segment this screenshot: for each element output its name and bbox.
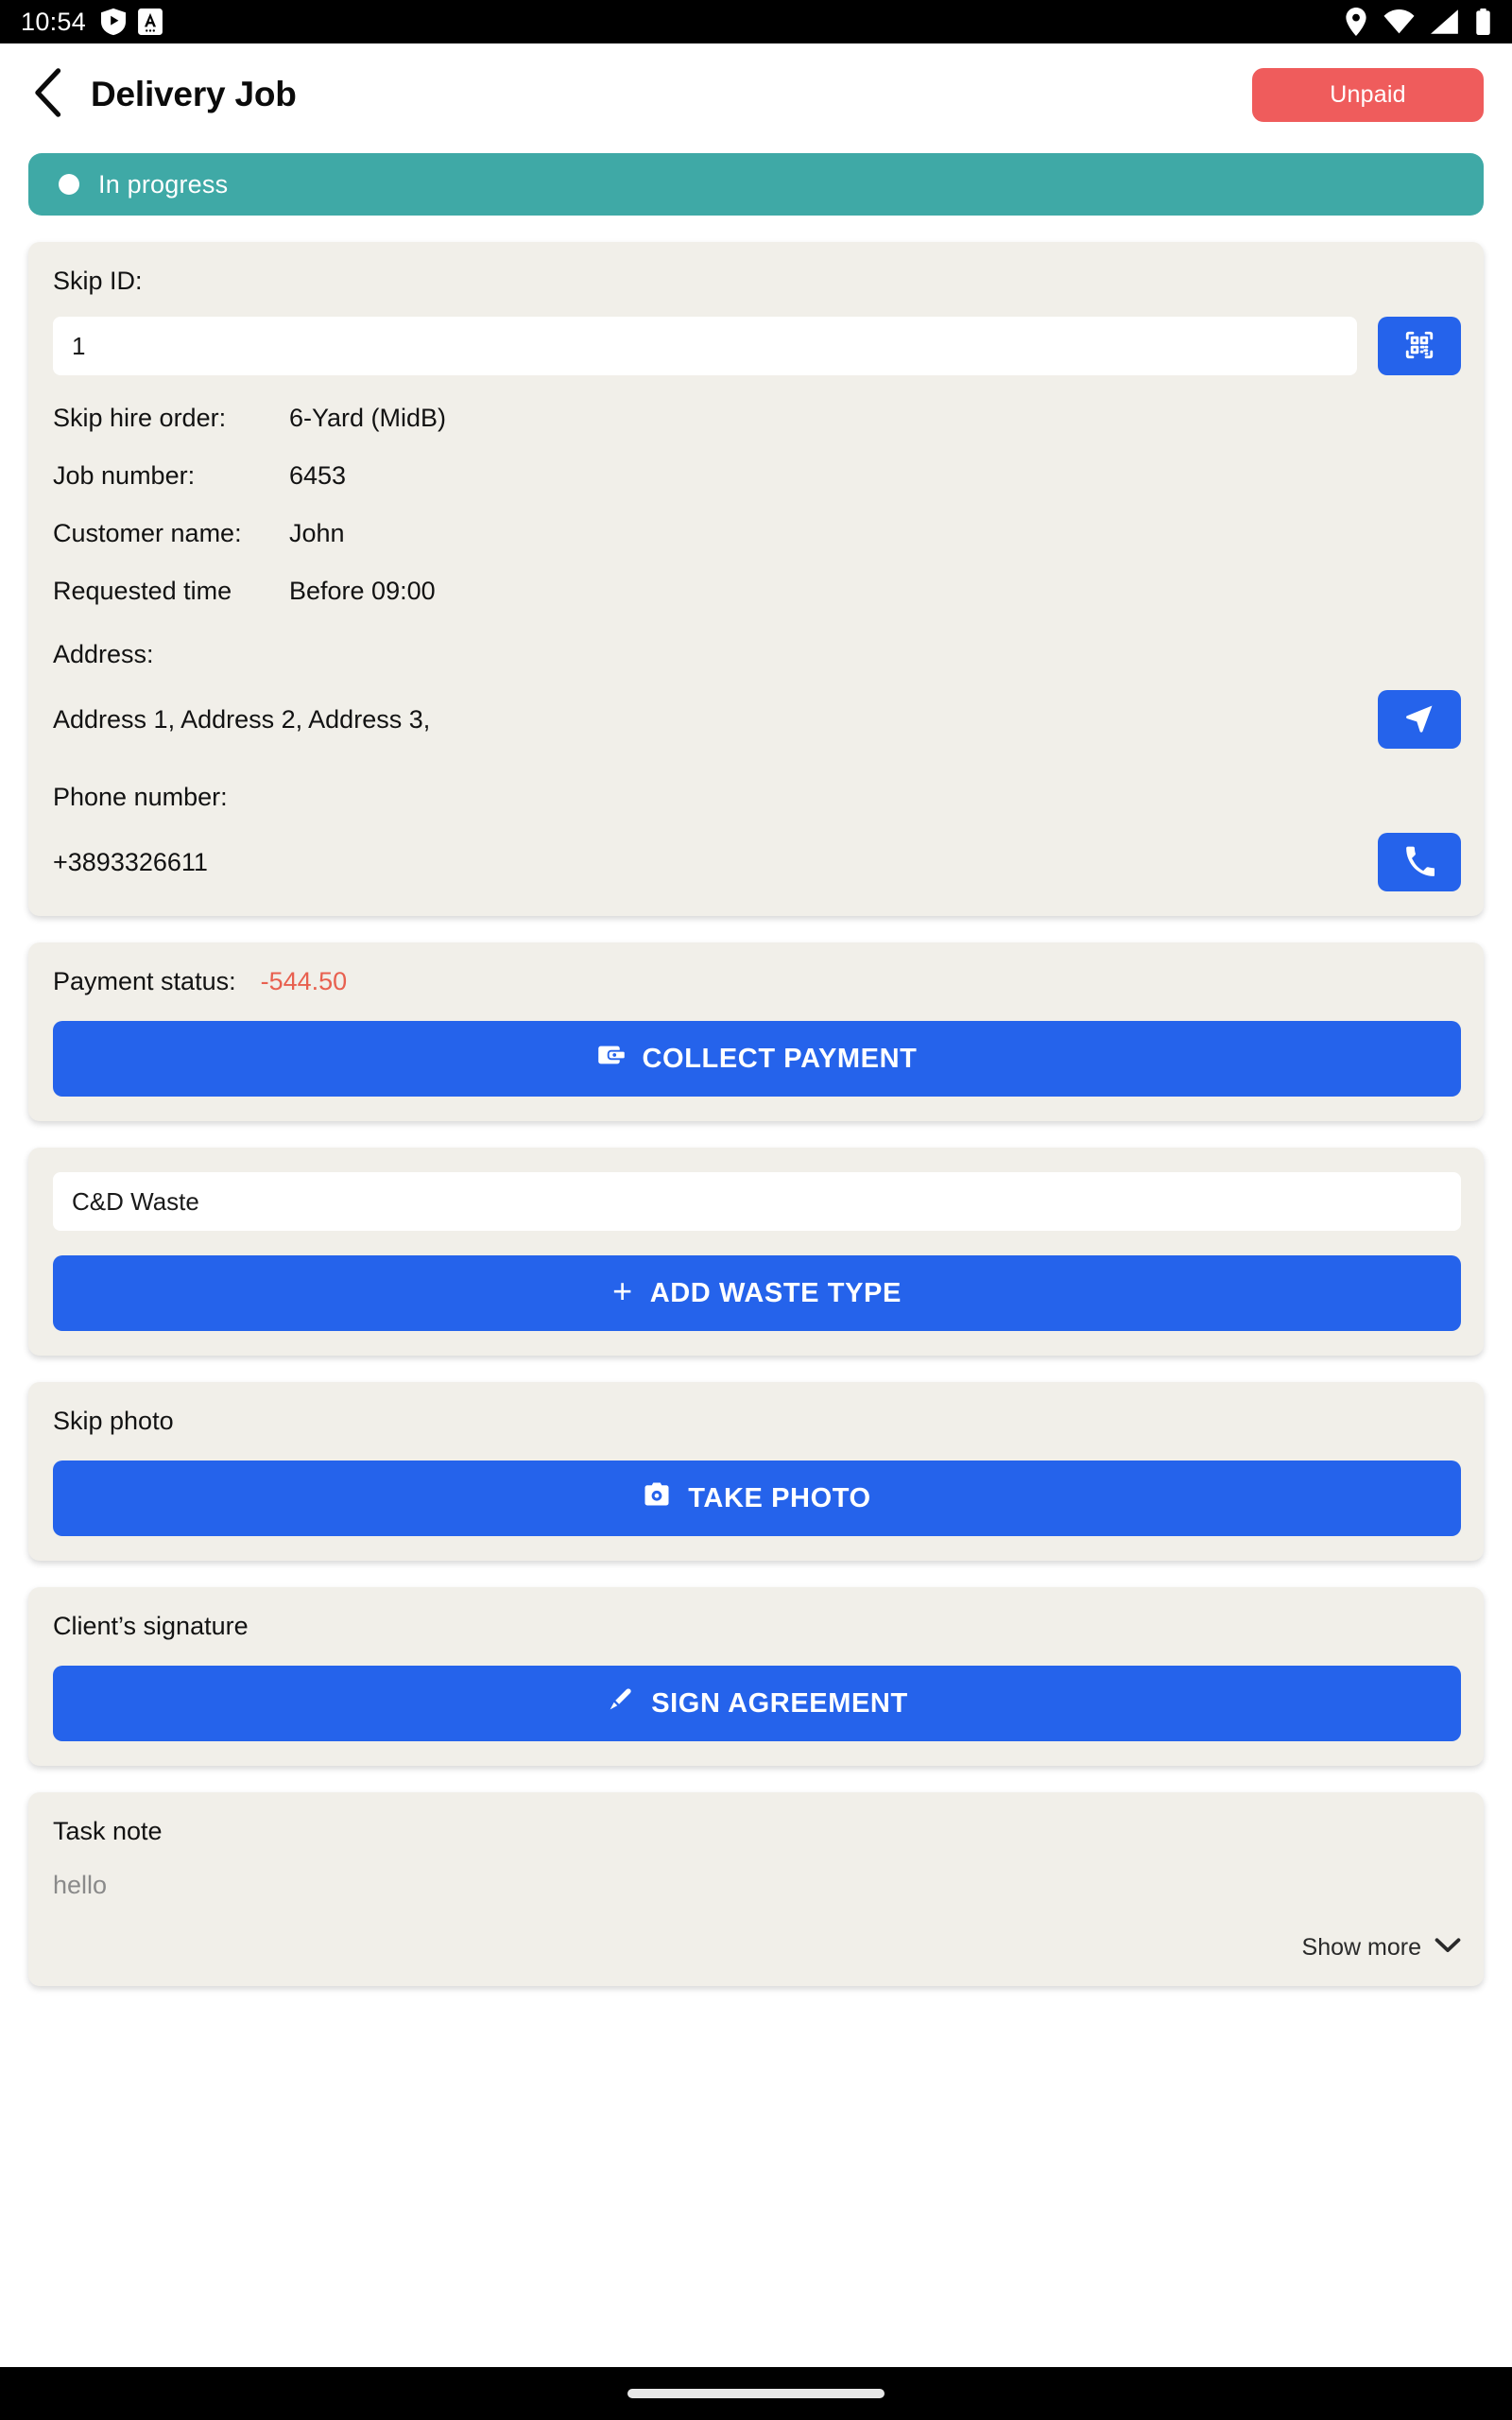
scan-qr-button[interactable]	[1378, 317, 1461, 375]
detail-key: Skip hire order:	[53, 404, 227, 432]
task-note-text: hello	[53, 1871, 108, 1899]
detail-key: Requested time	[53, 577, 232, 605]
collect-payment-button[interactable]: COLLECT PAYMENT	[53, 1021, 1461, 1097]
shield-play-icon	[101, 8, 127, 36]
waste-type-card: + ADD WASTE TYPE	[28, 1148, 1484, 1356]
job-status-label: In progress	[98, 169, 229, 199]
status-bar-clock: 10:54	[21, 7, 87, 36]
skip-details-card: Skip ID: 1 Skip hire order: 6-Yard (MidB…	[28, 242, 1484, 916]
pen-edit-icon	[606, 1685, 634, 1721]
detail-value: John	[289, 519, 345, 547]
phone-value: +3893326611	[53, 847, 208, 876]
status-bar-system-icons	[1345, 8, 1491, 36]
wifi-icon	[1383, 9, 1415, 34]
cellular-signal-icon	[1431, 9, 1459, 34]
app-a-icon	[138, 9, 163, 35]
home-gesture-pill[interactable]	[627, 2389, 885, 2398]
sign-agreement-button[interactable]: SIGN AGREEMENT	[53, 1666, 1461, 1741]
skip-photo-title: Skip photo	[53, 1407, 174, 1435]
task-note-title: Task note	[53, 1817, 163, 1845]
job-status-banner: In progress	[28, 153, 1484, 216]
client-signature-card: Client’s signature SIGN AGREEMENT	[28, 1587, 1484, 1766]
show-more-button[interactable]: Show more	[53, 1934, 1461, 1962]
system-navigation-bar	[0, 2367, 1512, 2420]
address-value: Address 1, Address 2, Address 3,	[53, 704, 431, 734]
status-bar-notification-icons	[101, 8, 163, 36]
detail-row: Customer name: John	[53, 519, 1461, 548]
qr-code-scan-icon	[1403, 329, 1435, 364]
wallet-icon	[597, 1041, 626, 1077]
plus-icon: +	[612, 1271, 633, 1310]
skip-id-input[interactable]	[53, 317, 1357, 375]
back-button[interactable]	[21, 67, 74, 122]
add-waste-type-label: ADD WASTE TYPE	[649, 1277, 902, 1308]
detail-row: Skip hire order: 6-Yard (MidB)	[53, 404, 1461, 433]
location-pin-icon	[1345, 8, 1367, 36]
chevron-down-icon	[1435, 1937, 1461, 1959]
detail-value: 6-Yard (MidB)	[289, 404, 447, 432]
add-waste-type-button[interactable]: + ADD WASTE TYPE	[53, 1255, 1461, 1331]
address-row: Address 1, Address 2, Address 3,	[53, 690, 1461, 749]
detail-key: Customer name:	[53, 519, 242, 547]
page-title: Delivery Job	[91, 75, 297, 113]
skip-detail-list: Skip hire order: 6-Yard (MidB) Job numbe…	[53, 404, 1461, 606]
take-photo-button[interactable]: TAKE PHOTO	[53, 1461, 1461, 1536]
address-label: Address:	[53, 640, 154, 668]
client-signature-title: Client’s signature	[53, 1612, 249, 1640]
status-dot-icon	[59, 174, 79, 195]
app-screen: 10:54 Delivery Job Unpaid In progress Sk…	[0, 0, 1512, 2420]
skip-id-label: Skip ID:	[53, 267, 143, 295]
skip-photo-card: Skip photo TAKE PHOTO	[28, 1382, 1484, 1561]
take-photo-label: TAKE PHOTO	[688, 1482, 871, 1513]
waste-type-input[interactable]	[53, 1172, 1461, 1231]
payment-status-label: Payment status:	[53, 967, 236, 995]
sign-agreement-label: SIGN AGREEMENT	[651, 1687, 908, 1719]
navigation-arrow-icon	[1403, 702, 1435, 737]
phone-handset-icon	[1404, 846, 1435, 879]
navigate-button[interactable]	[1378, 690, 1461, 749]
system-status-bar: 10:54	[0, 0, 1512, 43]
payment-status-row: Payment status: -544.50	[53, 967, 1461, 996]
detail-key: Job number:	[53, 461, 196, 490]
phone-row: +3893326611	[53, 833, 1461, 891]
chevron-left-icon	[31, 67, 63, 122]
payment-card: Payment status: -544.50 COLLECT PAYMENT	[28, 942, 1484, 1121]
task-note-card: Task note hello Show more	[28, 1792, 1484, 1986]
payment-amount: -544.50	[260, 967, 348, 995]
show-more-label: Show more	[1301, 1934, 1421, 1961]
battery-icon	[1475, 9, 1491, 35]
phone-label: Phone number:	[53, 783, 228, 811]
app-bar: Delivery Job Unpaid	[0, 43, 1512, 146]
skip-id-row	[53, 317, 1461, 375]
call-button[interactable]	[1378, 833, 1461, 891]
collect-payment-label: COLLECT PAYMENT	[642, 1043, 918, 1074]
camera-icon	[643, 1480, 671, 1516]
detail-value: 6453	[289, 461, 347, 490]
detail-row: Job number: 6453	[53, 461, 1461, 491]
scroll-content[interactable]: In progress Skip ID: 1 Skip hire order: …	[0, 146, 1512, 2367]
payment-status-badge[interactable]: Unpaid	[1252, 67, 1484, 122]
detail-value: Before 09:00	[289, 577, 436, 605]
detail-row: Requested time Before 09:00	[53, 577, 1461, 606]
